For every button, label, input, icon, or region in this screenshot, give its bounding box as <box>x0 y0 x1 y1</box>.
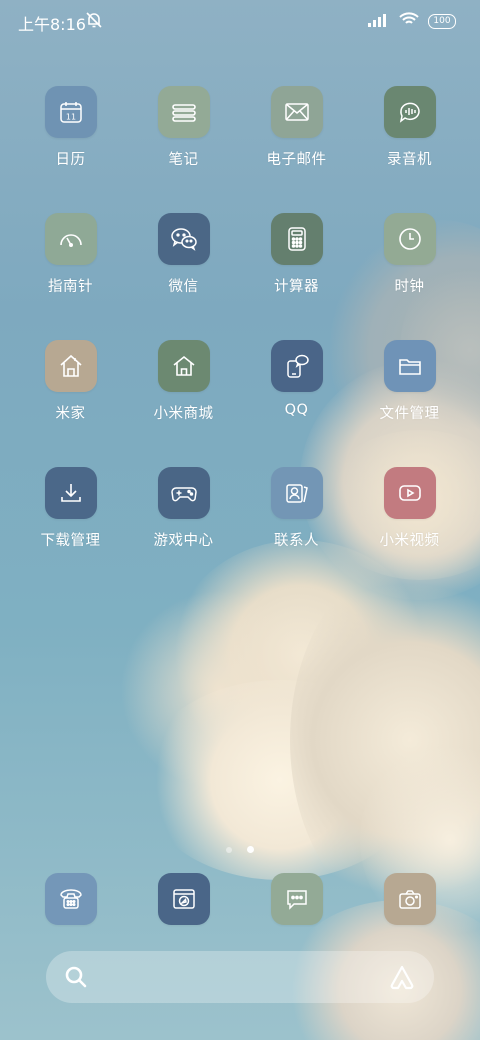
app-label: 小米商城 <box>153 406 214 422</box>
status-time: 上午8:16 <box>18 15 86 34</box>
video-play-icon <box>383 467 436 519</box>
gamepad-icon <box>157 467 210 519</box>
app-label: 文件管理 <box>379 406 440 422</box>
app-calculator[interactable]: 计算器 <box>240 213 353 296</box>
search-bar[interactable] <box>46 951 434 1003</box>
assistant-icon[interactable] <box>388 964 416 994</box>
home-screen: 上午8:16 100 11 日历 笔记 电子邮件 录音机 指南针 微信 计算器 … <box>0 0 480 1040</box>
qq-icon <box>270 340 323 392</box>
app-label: 笔记 <box>168 152 199 168</box>
page-dot-inactive[interactable] <box>225 846 232 853</box>
app-label: 电子邮件 <box>266 152 327 168</box>
app-label: 时钟 <box>394 279 425 295</box>
contacts-icon <box>270 467 323 519</box>
app-label: 计算器 <box>274 279 319 295</box>
app-clock[interactable]: 时钟 <box>353 213 466 296</box>
app-label: 日历 <box>55 152 86 168</box>
browser-icon <box>157 873 210 925</box>
calendar-icon: 11 <box>44 86 97 138</box>
page-dot-active[interactable] <box>247 846 255 853</box>
battery-indicator: 100 <box>428 13 456 29</box>
mail-icon <box>270 86 323 138</box>
app-mi-store[interactable]: 小米商城 <box>127 340 240 423</box>
voice-recorder-icon <box>383 86 436 138</box>
phone-icon <box>44 873 97 925</box>
page-indicator[interactable] <box>0 839 480 858</box>
dock-browser[interactable] <box>127 873 240 925</box>
app-label: 联系人 <box>274 533 319 549</box>
app-label: 米家 <box>55 406 86 422</box>
app-contacts[interactable]: 联系人 <box>240 467 353 550</box>
messages-icon <box>270 873 323 925</box>
wifi-icon <box>398 11 420 31</box>
app-qq[interactable]: QQ <box>240 340 353 418</box>
download-icon <box>44 467 97 519</box>
app-compass[interactable]: 指南针 <box>14 213 127 296</box>
svg-text:11: 11 <box>65 113 75 122</box>
app-mijia[interactable]: 米家 <box>14 340 127 423</box>
wechat-icon <box>157 213 210 265</box>
app-wechat[interactable]: 微信 <box>127 213 240 296</box>
app-recorder[interactable]: 录音机 <box>353 86 466 169</box>
app-notes[interactable]: 笔记 <box>127 86 240 169</box>
app-file-manager[interactable]: 文件管理 <box>353 340 466 423</box>
app-label: 游戏中心 <box>153 533 214 549</box>
app-label: 录音机 <box>387 152 432 168</box>
app-email[interactable]: 电子邮件 <box>240 86 353 169</box>
app-downloads[interactable]: 下载管理 <box>14 467 127 550</box>
app-label: 下载管理 <box>40 533 101 549</box>
app-game-center[interactable]: 游戏中心 <box>127 467 240 550</box>
camera-icon <box>383 873 436 925</box>
search-icon[interactable] <box>64 965 88 993</box>
dock-messages[interactable] <box>240 873 353 925</box>
home-icon <box>44 340 97 392</box>
app-calendar[interactable]: 11 日历 <box>14 86 127 169</box>
app-label: 指南针 <box>48 279 93 295</box>
calculator-icon <box>270 213 323 265</box>
app-label: 小米视频 <box>379 533 440 549</box>
app-mi-video[interactable]: 小米视频 <box>353 467 466 550</box>
dock-phone[interactable] <box>14 873 127 925</box>
folder-icon <box>383 340 436 392</box>
bell-off-icon <box>84 10 104 34</box>
app-label: QQ <box>284 402 309 418</box>
clock-icon <box>383 213 436 265</box>
notes-icon <box>157 86 210 138</box>
dock-camera[interactable] <box>353 873 466 925</box>
compass-icon <box>44 213 97 265</box>
app-label: 微信 <box>168 279 199 295</box>
store-icon <box>157 340 210 392</box>
status-bar: 上午8:16 100 <box>0 0 480 40</box>
cell-signal-icon <box>368 12 390 31</box>
